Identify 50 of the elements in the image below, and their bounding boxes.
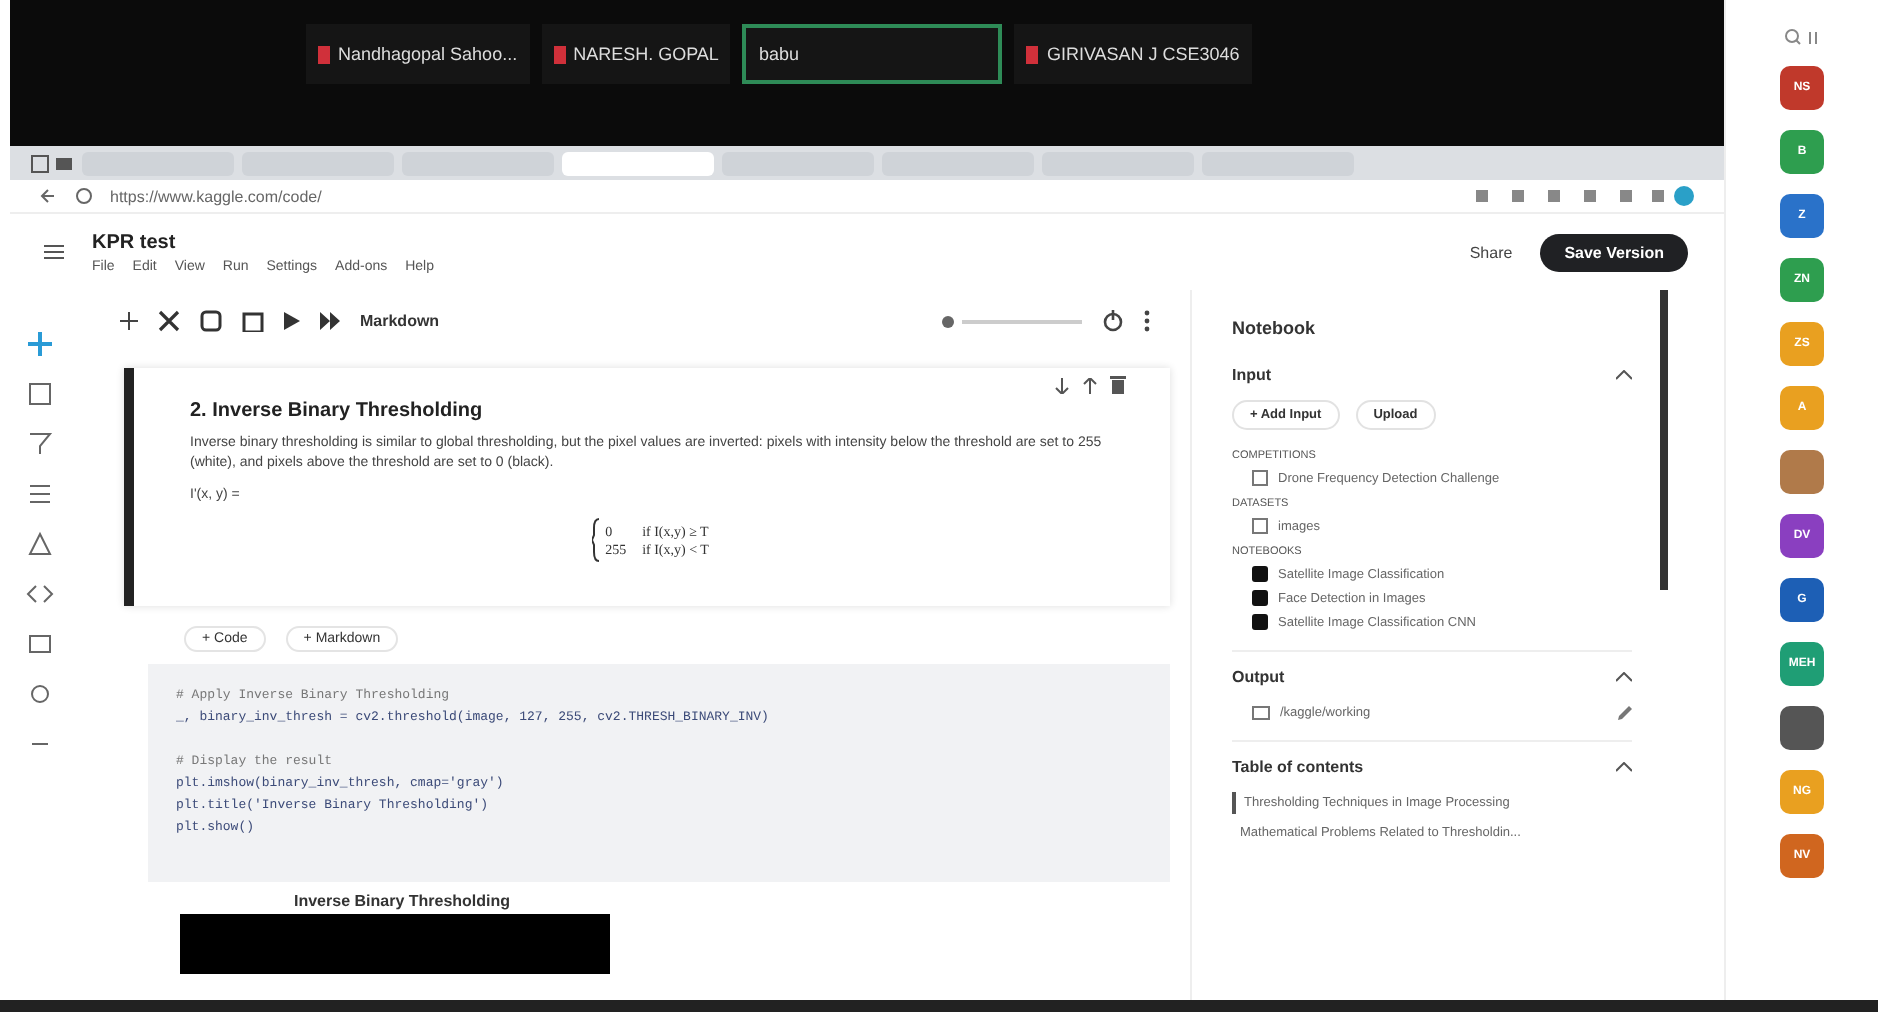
section-title: Input — [1232, 366, 1272, 384]
copy-icon[interactable] — [200, 310, 222, 332]
participant-name: NARESH. GOPAL — [573, 44, 719, 64]
cut-icon[interactable] — [158, 310, 180, 332]
address-field[interactable]: https://www.kaggle.com/code/ — [110, 187, 1460, 205]
code-icon[interactable] — [26, 580, 54, 608]
circle-icon[interactable] — [26, 680, 54, 708]
run-all-icon[interactable] — [320, 312, 340, 330]
run-icon[interactable] — [284, 312, 300, 330]
browser-extensions-icon[interactable] — [1476, 186, 1696, 206]
list-icon[interactable] — [26, 630, 54, 658]
collapse-icon[interactable] — [1616, 370, 1632, 380]
participant-name: Nandhagopal Sahoo... — [338, 44, 518, 64]
avatar-placeholder[interactable] — [1780, 706, 1824, 750]
search-icon[interactable] — [1784, 28, 1820, 46]
move-down-icon[interactable] — [1054, 377, 1070, 393]
back-icon[interactable] — [38, 186, 58, 206]
menu-icon[interactable] — [44, 244, 64, 260]
plot-title: Inverse Binary Thresholding — [294, 892, 513, 911]
dataset-icon — [1252, 518, 1268, 534]
warning-icon[interactable] — [26, 530, 54, 558]
add-icon[interactable] — [26, 330, 54, 358]
section-title: Output — [1232, 668, 1285, 686]
delete-icon[interactable] — [1110, 376, 1126, 394]
add-cell-icon[interactable] — [120, 312, 138, 330]
dataset-icon — [1252, 470, 1268, 486]
share-button[interactable]: Share — [1469, 243, 1513, 261]
reload-icon[interactable] — [74, 186, 94, 206]
power-icon[interactable] — [1102, 310, 1124, 332]
session-status-icon — [942, 315, 1082, 327]
grid-icon[interactable] — [26, 380, 54, 408]
participant-name: babu — [758, 44, 799, 64]
move-up-icon[interactable] — [1082, 377, 1098, 393]
paste-icon[interactable] — [242, 310, 264, 332]
collapse-icon[interactable] — [1616, 672, 1632, 682]
save-version-button[interactable]: Save Version — [1540, 233, 1688, 271]
tab-actions-icon[interactable] — [30, 153, 74, 173]
avatar-placeholder[interactable] — [1780, 450, 1824, 494]
collapse-icon[interactable] — [1616, 762, 1632, 772]
participant-name: GIRIVASAN J CSE3046 — [1046, 44, 1240, 64]
notebook-title: KPR test — [92, 231, 178, 253]
cell-heading: 2. Inverse Binary Thresholding — [190, 400, 485, 422]
section-title: Table of contents — [1232, 758, 1364, 776]
brace-icon — [591, 518, 600, 563]
edit-icon[interactable] — [1618, 706, 1632, 720]
panel-title: Notebook — [1232, 318, 1317, 338]
table-icon[interactable] — [26, 480, 54, 508]
more-icon[interactable] — [1144, 310, 1150, 332]
cell-type-dropdown[interactable]: Markdown — [360, 312, 440, 330]
folder-icon — [1252, 706, 1270, 720]
